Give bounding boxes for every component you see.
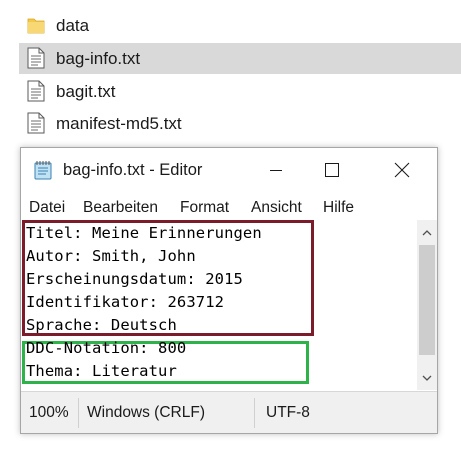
menu-hilfe[interactable]: Hilfe xyxy=(323,199,354,217)
screenshot-root: data bag-info.txt bagit.txt manifest-md5… xyxy=(0,0,461,449)
file-row-data[interactable]: data xyxy=(19,10,461,41)
notepad-window: bag-info.txt - Editor Datei Bearbeiten F… xyxy=(20,147,438,434)
menu-format[interactable]: Format xyxy=(180,199,229,217)
vertical-scrollbar[interactable] xyxy=(417,220,437,390)
status-line-endings: Windows (CRLF) xyxy=(87,404,205,421)
minimize-icon xyxy=(270,170,282,171)
maximize-icon xyxy=(325,163,339,177)
text-editor-area[interactable]: Titel: Meine Erinnerungen Autor: Smith, … xyxy=(22,220,418,390)
menu-ansicht[interactable]: Ansicht xyxy=(251,199,302,217)
file-name: bagit.txt xyxy=(56,81,116,101)
text-line: Sprache: Deutsch xyxy=(26,316,177,334)
scroll-thumb[interactable] xyxy=(419,245,435,355)
scroll-up-button[interactable] xyxy=(417,223,437,243)
status-bar: 100% Windows (CRLF) UTF-8 xyxy=(21,391,437,433)
chevron-up-icon xyxy=(422,230,432,236)
menu-datei[interactable]: Datei xyxy=(29,199,65,217)
folder-icon xyxy=(27,18,45,34)
title-bar[interactable]: bag-info.txt - Editor xyxy=(21,148,437,194)
window-title: bag-info.txt - Editor xyxy=(63,161,203,179)
file-name: bag-info.txt xyxy=(56,48,141,68)
text-file-icon xyxy=(27,112,45,134)
scroll-down-button[interactable] xyxy=(417,368,437,388)
minimize-button[interactable] xyxy=(253,148,299,192)
file-list: data bag-info.txt bagit.txt manifest-md5… xyxy=(0,0,461,145)
text-line: Thema: Literatur xyxy=(26,362,177,380)
close-icon xyxy=(394,162,410,178)
text-file-icon xyxy=(27,47,45,69)
text-line: Identifikator: 263712 xyxy=(26,293,225,311)
text-line: Titel: Meine Erinnerungen xyxy=(26,224,262,242)
close-button[interactable] xyxy=(379,148,425,192)
status-divider xyxy=(78,398,79,428)
text-line: Autor: Smith, John xyxy=(26,247,196,265)
status-divider xyxy=(254,398,255,428)
file-row-manifest[interactable]: manifest-md5.txt xyxy=(19,108,461,139)
file-row-bagit[interactable]: bagit.txt xyxy=(19,76,461,107)
text-line: DDC-Notation: 800 xyxy=(26,339,187,357)
file-name: data xyxy=(56,15,90,35)
menu-bearbeiten[interactable]: Bearbeiten xyxy=(83,199,158,217)
notepad-icon xyxy=(34,161,52,180)
status-encoding: UTF-8 xyxy=(266,404,310,421)
text-line: Erscheinungsdatum: 2015 xyxy=(26,270,243,288)
chevron-down-icon xyxy=(422,375,432,381)
text-file-icon xyxy=(27,80,45,102)
file-row-bag-info[interactable]: bag-info.txt xyxy=(19,43,461,74)
menu-bar: Datei Bearbeiten Format Ansicht Hilfe xyxy=(21,196,437,220)
status-zoom: 100% xyxy=(29,404,69,421)
file-name: manifest-md5.txt xyxy=(56,113,182,133)
maximize-button[interactable] xyxy=(309,148,355,192)
